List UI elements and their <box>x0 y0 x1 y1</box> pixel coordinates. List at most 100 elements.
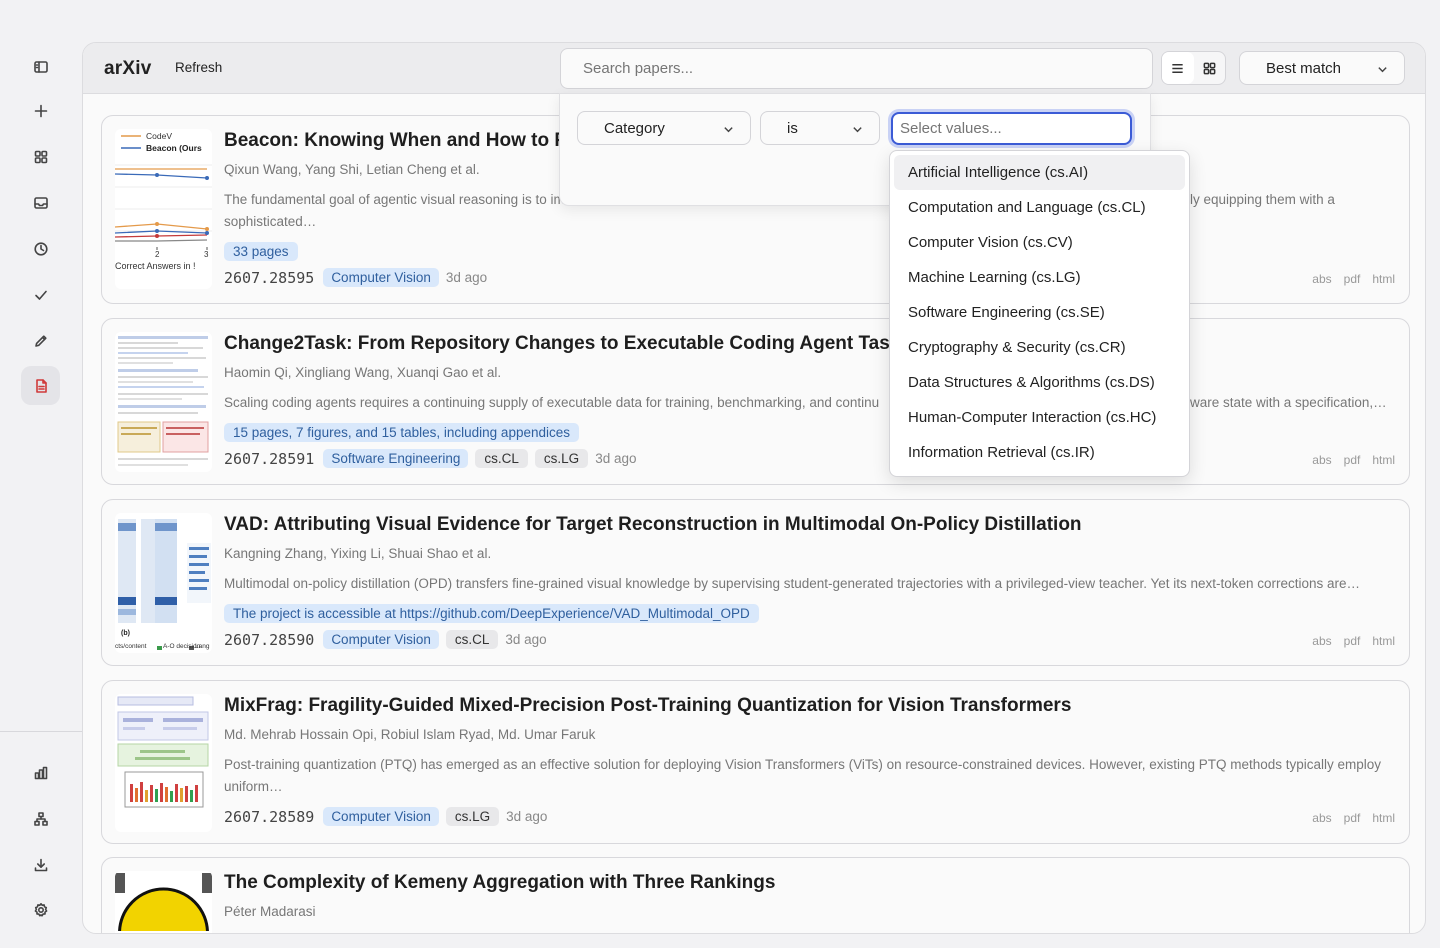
paper-title[interactable]: Beacon: Knowing When and How to Pe <box>224 130 578 152</box>
network-icon[interactable] <box>21 799 60 838</box>
gear-icon[interactable] <box>21 890 60 929</box>
inbox-icon[interactable] <box>21 183 60 222</box>
pdf-link[interactable]: pdf <box>1344 272 1361 286</box>
abstract-text: Scaling coding agents requires a continu… <box>224 395 880 410</box>
html-link[interactable]: html <box>1372 453 1395 467</box>
dropdown-option[interactable]: Machine Learning (cs.LG) <box>894 260 1185 295</box>
search-input[interactable] <box>560 48 1153 89</box>
comment-badge: The project is accessible at https://git… <box>224 604 759 623</box>
thumbnail-axis-label: Correct Answers in ! <box>115 261 196 271</box>
refresh-button[interactable]: Refresh <box>175 60 222 75</box>
pdf-link[interactable]: pdf <box>1344 811 1361 825</box>
html-link[interactable]: html <box>1372 811 1395 825</box>
rail-divider <box>0 731 82 732</box>
secondary-category-badge[interactable]: cs.CL <box>475 449 528 468</box>
paper-title[interactable]: MixFrag: Fragility-Guided Mixed-Precisio… <box>224 695 1071 717</box>
primary-category-badge[interactable]: Computer Vision <box>323 268 439 287</box>
grid-icon[interactable] <box>21 137 60 176</box>
view-toggle <box>1161 51 1226 85</box>
paper-title[interactable]: VAD: Attributing Visual Evidence for Tar… <box>224 514 1082 536</box>
paper-title[interactable]: The Complexity of Kemeny Aggregation wit… <box>224 872 775 894</box>
abstract-text: Post-training quantization (PTQ) has eme… <box>224 757 1382 772</box>
secondary-category-badge[interactable]: cs.CL <box>445 630 499 649</box>
grid-view-button[interactable] <box>1194 52 1226 84</box>
dropdown-option[interactable]: Artificial Intelligence (cs.AI) <box>894 155 1185 190</box>
list-view-button[interactable] <box>1162 52 1194 84</box>
document-icon[interactable] <box>21 366 60 405</box>
check-icon[interactable] <box>21 275 60 314</box>
dropdown-option[interactable]: Computation and Language (cs.CL) <box>894 190 1185 225</box>
sort-select[interactable]: Best match <box>1239 51 1405 85</box>
grid-view-icon <box>1203 62 1216 74</box>
pencil-icon[interactable] <box>21 321 60 360</box>
abstract-text: ly equipping them with a <box>1190 192 1335 207</box>
paper-links: abs pdf html <box>1312 811 1395 825</box>
sort-select-value: Best match <box>1266 59 1342 77</box>
abs-link[interactable]: abs <box>1312 453 1331 467</box>
dropdown-option[interactable]: Cryptography & Security (cs.CR) <box>894 330 1185 365</box>
paper-links: abs pdf html <box>1312 272 1395 286</box>
paper-age: 3d ago <box>595 451 637 466</box>
chevron-down-icon <box>724 127 733 133</box>
download-icon[interactable] <box>21 845 60 884</box>
left-rail <box>0 0 82 948</box>
abstract-text: uniform… <box>224 779 283 794</box>
arxiv-id: 2607.28589 <box>224 807 315 826</box>
arxiv-id: 2607.28595 <box>224 268 315 287</box>
dropdown-option[interactable]: Computer Vision (cs.CV) <box>894 225 1185 260</box>
primary-category-badge[interactable]: Software Engineering <box>323 449 469 468</box>
paper-meta: 2607.28590 Computer Vision cs.CL 3d ago <box>224 630 547 649</box>
pdf-link[interactable]: pdf <box>1344 634 1361 648</box>
thumbnail-legend-label: cts/content <box>115 643 147 650</box>
dropdown-option[interactable]: Data Structures & Algorithms (cs.DS) <box>894 365 1185 400</box>
dropdown-option[interactable]: Information Retrieval (cs.IR) <box>894 435 1185 470</box>
pdf-link[interactable]: pdf <box>1344 453 1361 467</box>
paper-card[interactable]: (b) cts/content A-O decision Lang VAD: A… <box>101 499 1410 666</box>
primary-category-badge[interactable]: Computer Vision <box>323 807 439 826</box>
filter-field-value: Category <box>604 119 665 137</box>
sidebar-toggle-icon[interactable] <box>21 47 60 86</box>
paper-links: abs pdf html <box>1312 634 1395 648</box>
plus-icon[interactable] <box>21 91 60 130</box>
primary-category-badge[interactable]: Computer Vision <box>323 630 439 649</box>
thumbnail-tick-label: 3 <box>204 250 209 259</box>
paper-card[interactable]: The Complexity of Kemeny Aggregation wit… <box>101 857 1410 933</box>
top-bar: arXiv Refresh Best match <box>83 43 1425 94</box>
paper-title[interactable]: Change2Task: From Repository Changes to … <box>224 333 934 355</box>
paper-authors: Qixun Wang, Yang Shi, Letian Cheng et al… <box>224 162 480 177</box>
paper-authors: Md. Mehrab Hossain Opi, Robiul Islam Rya… <box>224 727 596 742</box>
abs-link[interactable]: abs <box>1312 811 1331 825</box>
html-link[interactable]: html <box>1372 634 1395 648</box>
comment-badge: 15 pages, 7 figures, and 15 tables, incl… <box>224 423 579 442</box>
app-title: arXiv <box>104 58 152 79</box>
thumbnail-legend-label: Lang <box>195 643 210 650</box>
filter-values-input[interactable] <box>891 112 1132 145</box>
list-icon <box>1172 63 1183 73</box>
bar-chart-icon[interactable] <box>21 753 60 792</box>
paper-card[interactable]: Change2Task: From Repository Changes to … <box>101 318 1410 485</box>
abs-link[interactable]: abs <box>1312 272 1331 286</box>
filter-field-select[interactable]: Category <box>577 111 751 145</box>
abs-link[interactable]: abs <box>1312 634 1331 648</box>
category-options-dropdown: Artificial Intelligence (cs.AI) Computat… <box>889 150 1190 477</box>
dropdown-option[interactable]: Software Engineering (cs.SE) <box>894 295 1185 330</box>
paper-card[interactable]: MixFrag: Fragility-Guided Mixed-Precisio… <box>101 680 1410 844</box>
html-link[interactable]: html <box>1372 272 1395 286</box>
paper-authors: Kangning Zhang, Yixing Li, Shuai Shao et… <box>224 546 492 561</box>
paper-thumbnail: CodeV Beacon (Ours 2 3 Correct Answers i… <box>115 129 212 289</box>
paper-thumbnail <box>115 332 212 472</box>
paper-age: 3d ago <box>506 809 548 824</box>
paper-authors: Péter Madarasi <box>224 904 316 919</box>
paper-notes: 33 pages <box>224 242 298 261</box>
dropdown-option[interactable]: Human-Computer Interaction (cs.HC) <box>894 400 1185 435</box>
secondary-category-badge[interactable]: cs.LG <box>445 807 500 826</box>
thumbnail-legend-label: Beacon (Ours <box>146 143 202 153</box>
clock-icon[interactable] <box>21 229 60 268</box>
filter-operator-select[interactable]: is <box>760 111 880 145</box>
comment-badge: 33 pages <box>224 242 298 261</box>
abstract-text: sophisticated… <box>224 214 317 229</box>
arxiv-id: 2607.28590 <box>224 630 315 649</box>
secondary-category-badge[interactable]: cs.LG <box>534 449 589 468</box>
arxiv-id: 2607.28591 <box>224 449 315 468</box>
paper-notes: The project is accessible at https://git… <box>224 604 759 623</box>
